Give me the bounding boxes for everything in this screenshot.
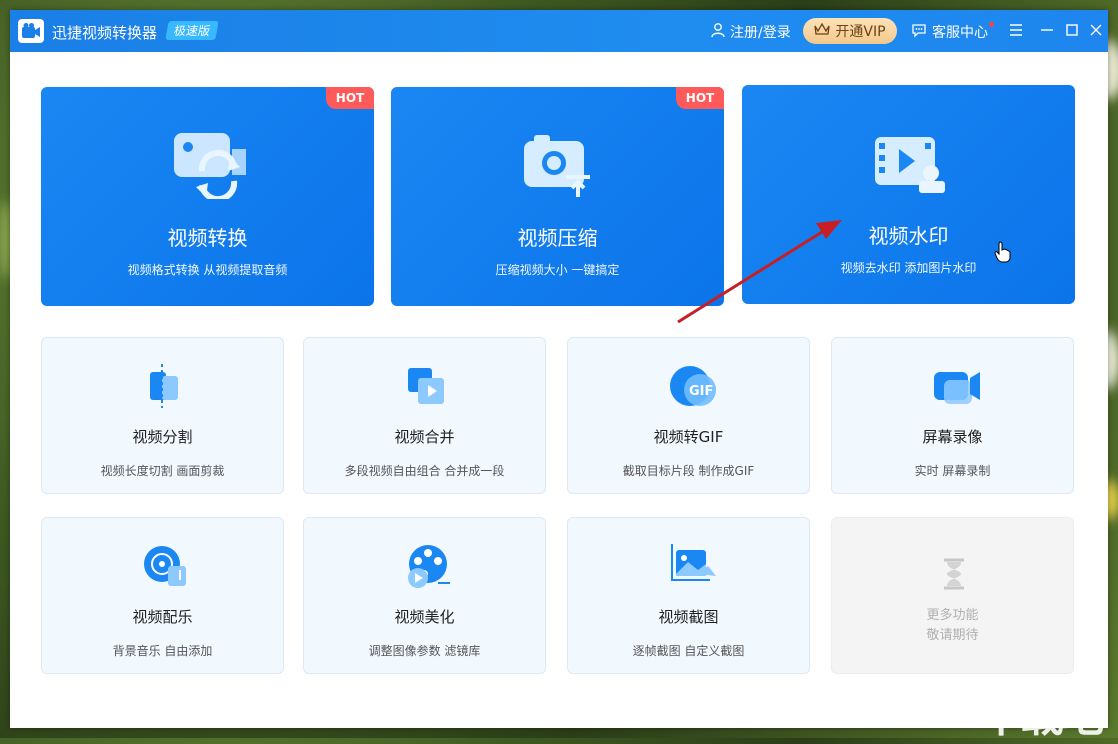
card-title: 视频转GIF [568, 426, 809, 447]
chat-icon [911, 22, 927, 42]
video-beautify-card[interactable]: 视频美化 调整图像参数 滤镜库 [303, 517, 546, 674]
app-window: 迅捷视频转换器 极速版 注册/登录 开通VIP 客服中心 [10, 10, 1108, 728]
hourglass-icon [940, 558, 968, 590]
card-subtitle: 视频长度切割 画面剪裁 [42, 462, 283, 479]
more-features-card: 更多功能 敬请期待 [831, 517, 1074, 674]
card-subtitle: 逐帧截图 自定义截图 [568, 642, 809, 659]
menu-icon[interactable] [1006, 20, 1026, 40]
gif-icon-text: GIF [689, 384, 713, 399]
video-compress-card[interactable]: HOT 视频压缩 压缩视频大小 一键搞定 [391, 87, 724, 306]
video-camera-icon [932, 364, 976, 408]
close-icon[interactable] [1086, 20, 1106, 40]
card-title: 视频转换 [41, 222, 374, 251]
screenshot-icon [668, 544, 712, 588]
video-split-card[interactable]: 视频分割 视频长度切割 画面剪裁 [41, 337, 284, 494]
hot-badge: HOT [326, 87, 374, 109]
video-compress-icon [522, 131, 598, 199]
edition-badge: 极速版 [165, 21, 218, 40]
hot-badge: HOT [676, 87, 724, 109]
customer-service-link[interactable]: 客服中心 [911, 22, 988, 42]
screen-record-card[interactable]: 屏幕录像 实时 屏幕录制 [831, 337, 1074, 494]
notification-dot [989, 22, 994, 27]
card-title: 视频水印 [742, 220, 1075, 249]
card-subtitle: 多段视频自由组合 合并成一段 [304, 462, 545, 479]
card-title: 视频分割 [42, 426, 283, 447]
film-reel-icon [404, 544, 448, 588]
video-merge-icon [404, 364, 448, 408]
coming-soon-label: 敬请期待 [832, 624, 1073, 643]
card-subtitle: 截取目标片段 制作成GIF [568, 462, 809, 479]
card-title: 视频合并 [304, 426, 545, 447]
video-music-card[interactable]: 视频配乐 背景音乐 自由添加 [41, 517, 284, 674]
login-link[interactable]: 注册/登录 [710, 22, 791, 42]
gif-icon: GIF [668, 364, 712, 408]
card-subtitle: 视频去水印 添加图片水印 [742, 259, 1075, 276]
vip-button[interactable]: 开通VIP [803, 18, 897, 44]
video-convert-card[interactable]: HOT 视频转换 视频格式转换 从视频提取音频 [41, 87, 374, 306]
login-label: 注册/登录 [730, 22, 791, 42]
maximize-icon[interactable] [1062, 20, 1082, 40]
app-logo-icon [18, 19, 44, 43]
card-subtitle: 实时 屏幕录制 [832, 462, 1073, 479]
minimize-icon[interactable] [1037, 20, 1057, 40]
video-merge-card[interactable]: 视频合并 多段视频自由组合 合并成一段 [303, 337, 546, 494]
card-title: 视频美化 [304, 606, 545, 627]
app-title: 迅捷视频转换器 [52, 22, 157, 43]
card-title: 视频截图 [568, 606, 809, 627]
card-subtitle: 背景音乐 自由添加 [42, 642, 283, 659]
card-title: 屏幕录像 [832, 426, 1073, 447]
user-icon [710, 22, 726, 42]
video-split-icon [142, 364, 186, 408]
music-disc-icon [142, 544, 186, 588]
card-subtitle: 压缩视频大小 一键搞定 [391, 261, 724, 278]
video-watermark-card[interactable]: 视频水印 视频去水印 添加图片水印 [742, 85, 1075, 304]
video-watermark-icon [873, 129, 949, 197]
hand-cursor-icon [994, 241, 1012, 267]
title-bar: 迅捷视频转换器 极速版 注册/登录 开通VIP 客服中心 [10, 10, 1108, 52]
crown-icon [814, 22, 830, 40]
service-label: 客服中心 [932, 22, 988, 42]
card-title: 视频配乐 [42, 606, 283, 627]
video-screenshot-card[interactable]: 视频截图 逐帧截图 自定义截图 [567, 517, 810, 674]
site-watermark: 下载吧 [980, 680, 1100, 744]
card-subtitle: 视频格式转换 从视频提取音频 [41, 261, 374, 278]
card-title: 视频压缩 [391, 222, 724, 251]
more-features-label: 更多功能 [832, 604, 1073, 623]
video-convert-icon [172, 131, 248, 199]
card-subtitle: 调整图像参数 滤镜库 [304, 642, 545, 659]
vip-label: 开通VIP [835, 21, 885, 41]
video-to-gif-card[interactable]: GIF 视频转GIF 截取目标片段 制作成GIF [567, 337, 810, 494]
